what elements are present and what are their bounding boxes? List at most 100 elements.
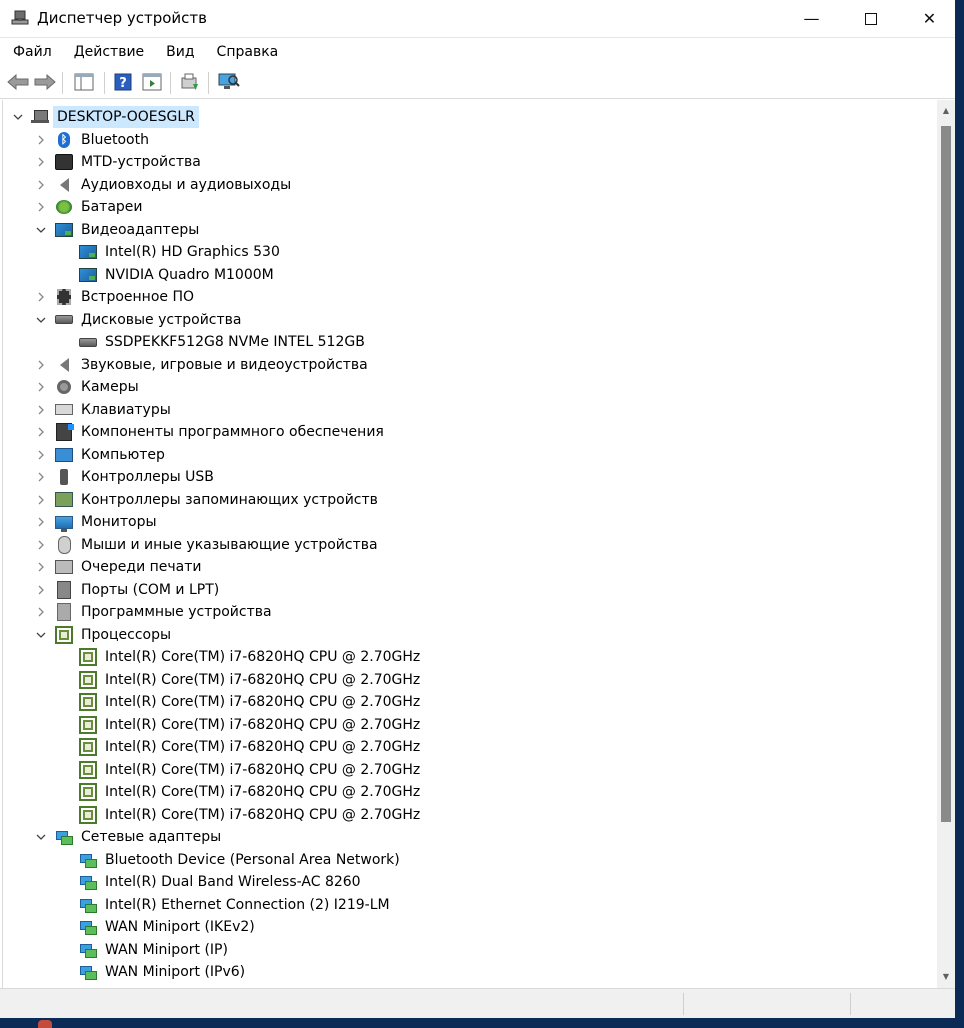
menu-help[interactable]: Справка [209, 38, 287, 66]
chevron-right-icon[interactable] [34, 151, 48, 173]
tree-item-label: MTD-устройства [81, 154, 201, 170]
tree-device[interactable]: Bluetooth Device (Personal Area Network) [3, 849, 933, 871]
toolbar-separator [62, 72, 63, 94]
update-driver-button[interactable] [178, 70, 202, 94]
tree-item-label: Intel(R) Core(TM) i7-6820HQ CPU @ 2.70GH… [105, 649, 421, 665]
tree-category[interactable]: MTD-устройства [3, 151, 933, 173]
tree-item-label: NVIDIA Quadro M1000M [105, 266, 274, 283]
tree-category[interactable]: Процессоры [3, 624, 933, 646]
chevron-right-icon[interactable] [34, 421, 48, 443]
chevron-right-icon[interactable] [34, 489, 48, 511]
maximize-button[interactable] [841, 0, 900, 37]
chevron-right-icon[interactable] [34, 354, 48, 376]
tree-category[interactable]: Порты (COM и LPT) [3, 579, 933, 601]
show-hide-console-tree-button[interactable] [72, 70, 96, 94]
speaker-icon [55, 176, 73, 194]
menu-view[interactable]: Вид [158, 38, 202, 66]
help-button[interactable]: ? [111, 70, 135, 94]
tree-root[interactable]: DESKTOP-OOESGLR [3, 106, 933, 128]
tree-device[interactable]: Intel(R) Core(TM) i7-6820HQ CPU @ 2.70GH… [3, 736, 933, 758]
scroll-down-icon[interactable]: ▼ [941, 972, 951, 982]
network-adapter-icon [79, 918, 97, 936]
tree-device[interactable]: Intel(R) Core(TM) i7-6820HQ CPU @ 2.70GH… [3, 691, 933, 713]
toolbar: ? [0, 66, 964, 99]
tree-category[interactable]: Компоненты программного обеспечения [3, 421, 933, 443]
chevron-right-icon[interactable] [34, 286, 48, 308]
chevron-right-icon[interactable] [34, 399, 48, 421]
chevron-right-icon[interactable] [34, 601, 48, 623]
tree-device[interactable]: NVIDIA Quadro M1000M [3, 264, 933, 286]
tree-category[interactable]: Видеоадаптеры [3, 219, 933, 241]
tree-category[interactable]: Мониторы [3, 511, 933, 533]
back-button[interactable] [6, 70, 30, 94]
chevron-down-icon[interactable] [34, 219, 48, 241]
tree-category[interactable]: Компьютер [3, 444, 933, 466]
tree-category[interactable]: Контроллеры запоминающих устройств [3, 489, 933, 511]
display-adapter-icon [79, 243, 97, 261]
chevron-down-icon[interactable] [34, 309, 48, 331]
tree-category[interactable]: Программные устройства [3, 601, 933, 623]
chevron-right-icon[interactable] [34, 196, 48, 218]
tree-device[interactable]: SSDPEKKF512G8 NVMe INTEL 512GB [3, 331, 933, 353]
minimize-button[interactable]: — [782, 0, 841, 37]
chevron-down-icon[interactable] [34, 826, 48, 848]
menu-action[interactable]: Действие [66, 38, 152, 66]
tree-device[interactable]: WAN Miniport (IPv6) [3, 961, 933, 983]
tree-category[interactable]: Контроллеры USB [3, 466, 933, 488]
tree-device[interactable]: Intel(R) HD Graphics 530 [3, 241, 933, 263]
tree-item-label: Клавиатуры [81, 401, 171, 418]
tree-category[interactable]: Встроенное ПО [3, 286, 933, 308]
tree-category[interactable]: Сетевые адаптеры [3, 826, 933, 848]
title-bar: Диспетчер устройств — ✕ [0, 0, 964, 38]
vertical-scrollbar[interactable]: ▲ ▼ [937, 100, 955, 988]
forward-button[interactable] [33, 70, 57, 94]
tree-category[interactable]: Звуковые, игровые и видеоустройства [3, 354, 933, 376]
menu-file[interactable]: Файл [5, 38, 60, 66]
chevron-right-icon[interactable] [34, 556, 48, 578]
tree-item-label: Дисковые устройства [81, 311, 242, 328]
chevron-right-icon[interactable] [34, 511, 48, 533]
action-pane-button[interactable] [140, 70, 164, 94]
chevron-right-icon[interactable] [34, 579, 48, 601]
chevron-right-icon[interactable] [34, 444, 48, 466]
chevron-down-icon[interactable] [34, 624, 48, 646]
tree-device[interactable]: WAN Miniport (IP) [3, 939, 933, 961]
cpu-icon [79, 738, 97, 756]
chevron-right-icon[interactable] [34, 376, 48, 398]
tree-device[interactable]: Intel(R) Ethernet Connection (2) I219-LM [3, 894, 933, 916]
chevron-right-icon[interactable] [34, 174, 48, 196]
tree-device[interactable]: Intel(R) Core(TM) i7-6820HQ CPU @ 2.70GH… [3, 781, 933, 803]
port-icon [55, 580, 73, 599]
scrollbar-thumb[interactable] [941, 126, 951, 822]
close-button[interactable]: ✕ [900, 0, 959, 37]
scan-hardware-button[interactable] [217, 70, 241, 94]
tree-device[interactable]: Intel(R) Core(TM) i7-6820HQ CPU @ 2.70GH… [3, 646, 933, 668]
tree-device[interactable]: Intel(R) Dual Band Wireless-AC 8260 [3, 871, 933, 893]
tree-item-label: Камеры [81, 379, 139, 395]
chevron-down-icon[interactable] [11, 106, 25, 128]
arrow-left-icon [7, 74, 29, 90]
tree-device[interactable]: Intel(R) Core(TM) i7-6820HQ CPU @ 2.70GH… [3, 714, 933, 736]
tree-category[interactable]: Очереди печати [3, 556, 933, 578]
tree-category[interactable]: Батареи [3, 196, 933, 218]
tree-category[interactable]: Аудиовходы и аудиовыходы [3, 174, 933, 196]
chevron-right-icon[interactable] [34, 534, 48, 556]
tree-category[interactable]: Дисковые устройства [3, 309, 933, 331]
tree-item-label: Intel(R) Dual Band Wireless-AC 8260 [105, 874, 361, 890]
tree-item-label: Компьютер [81, 446, 165, 463]
tree-item-label: Intel(R) Core(TM) i7-6820HQ CPU @ 2.70GH… [105, 671, 421, 688]
tree-category[interactable]: ᛒ Bluetooth [3, 129, 933, 151]
device-tree[interactable]: DESKTOP-OOESGLR ᛒ Bluetooth MTD-устройства А… [3, 104, 937, 986]
tree-device[interactable]: Intel(R) Core(TM) i7-6820HQ CPU @ 2.70GH… [3, 759, 933, 781]
computer-monitor-icon [55, 446, 73, 464]
chevron-right-icon[interactable] [34, 129, 48, 151]
tree-category[interactable]: Клавиатуры [3, 399, 933, 421]
scroll-up-icon[interactable]: ▲ [941, 106, 951, 116]
chevron-right-icon[interactable] [34, 466, 48, 488]
mouse-icon [55, 535, 73, 554]
tree-category[interactable]: Мыши и иные указывающие устройства [3, 534, 933, 556]
tree-device[interactable]: Intel(R) Core(TM) i7-6820HQ CPU @ 2.70GH… [3, 804, 933, 826]
tree-device[interactable]: WAN Miniport (IKEv2) [3, 916, 933, 938]
tree-category[interactable]: Камеры [3, 376, 933, 398]
tree-device[interactable]: Intel(R) Core(TM) i7-6820HQ CPU @ 2.70GH… [3, 669, 933, 691]
